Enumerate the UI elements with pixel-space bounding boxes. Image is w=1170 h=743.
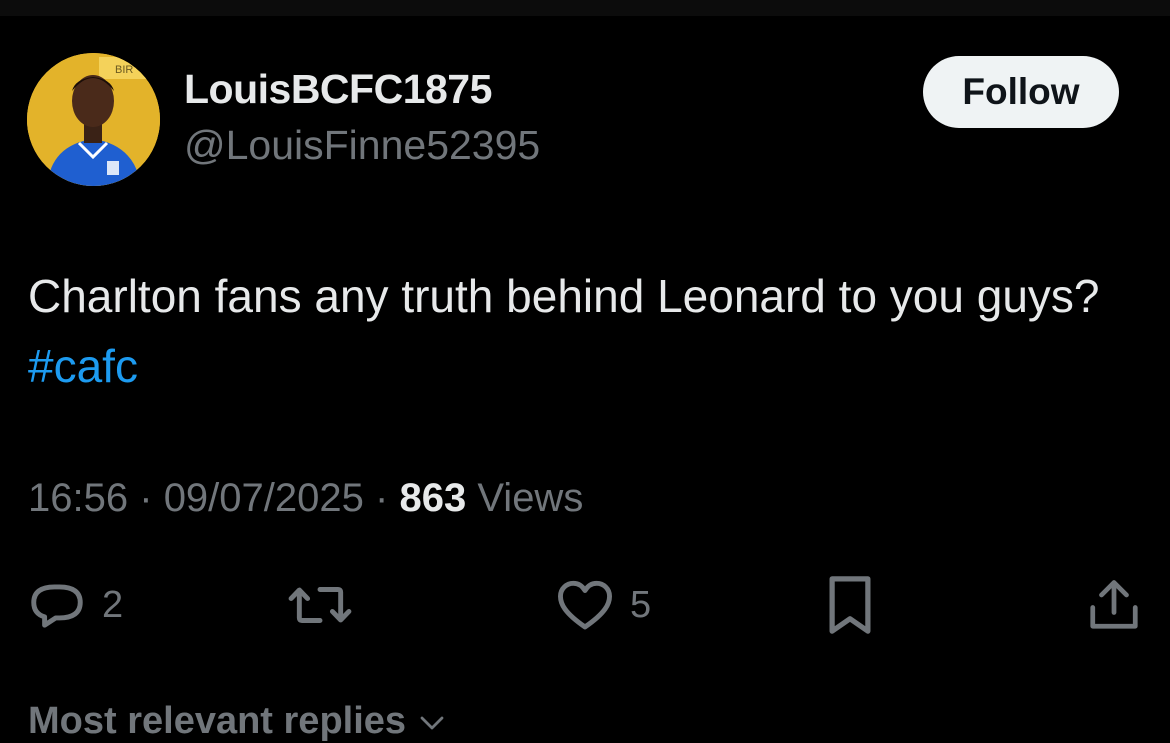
follow-button[interactable]: Follow — [923, 56, 1119, 128]
tweet-meta: 16:56 · 09/07/2025 · 863 Views — [28, 476, 583, 521]
views-count: 863 — [399, 476, 467, 520]
reply-count: 2 — [102, 583, 124, 626]
share-icon — [1090, 580, 1138, 629]
svg-text:BIR: BIR — [115, 64, 133, 76]
profile-photo-icon: BIR — [27, 53, 160, 186]
like-button[interactable]: 5 — [554, 570, 651, 640]
chevron-down-icon — [420, 716, 443, 730]
avatar[interactable]: BIR — [27, 53, 160, 186]
display-name[interactable]: LouisBCFC1875 — [184, 66, 492, 113]
tweet-body: Charlton fans any truth behind Leonard t… — [28, 270, 1100, 322]
meta-separator: · — [139, 476, 153, 520]
bookmark-icon — [829, 576, 871, 634]
tweet-card: BIR LouisBCFC1875 @LouisFinne52395 Follo… — [0, 0, 1170, 742]
hashtag-link[interactable]: #cafc — [28, 340, 138, 392]
heart-icon — [558, 580, 612, 630]
share-button[interactable] — [1084, 570, 1144, 640]
retweet-icon — [288, 587, 352, 623]
tweet-text: Charlton fans any truth behind Leonard t… — [28, 261, 1138, 401]
replies-sort-selector[interactable]: Most relevant replies — [28, 700, 447, 743]
bookmark-button[interactable] — [822, 570, 878, 640]
meta-separator: · — [375, 476, 389, 520]
reply-icon — [31, 584, 83, 628]
like-count: 5 — [630, 583, 652, 626]
action-bar: 2 5 — [0, 570, 1170, 640]
replies-sort-label: Most relevant replies — [28, 700, 407, 742]
reply-button[interactable]: 2 — [26, 570, 123, 640]
tweet-time[interactable]: 16:56 — [28, 476, 128, 520]
retweet-button[interactable] — [285, 570, 355, 640]
tweet-date[interactable]: 09/07/2025 — [164, 476, 364, 520]
user-handle[interactable]: @LouisFinne52395 — [184, 122, 540, 169]
views-label: Views — [477, 476, 584, 520]
